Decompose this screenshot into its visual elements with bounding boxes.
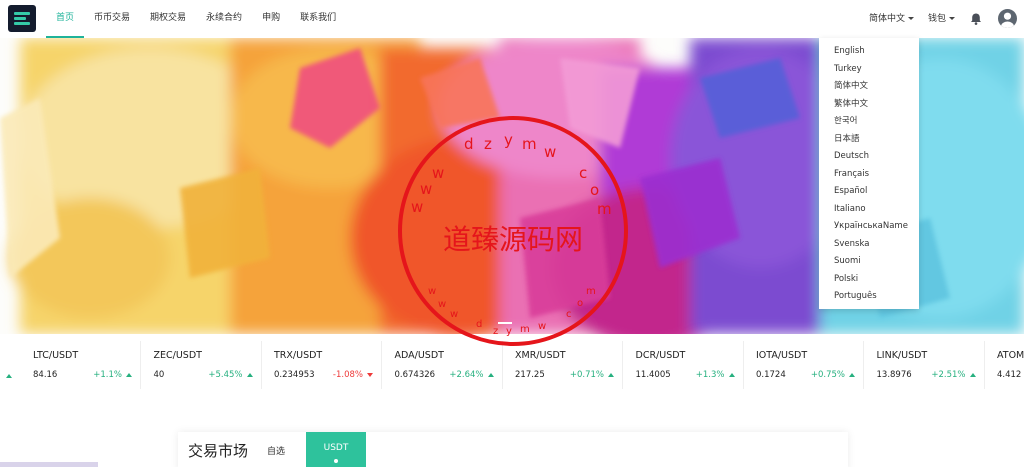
ticker-change-value: +0.71% xyxy=(569,370,604,380)
active-tab-dot xyxy=(334,459,338,463)
ticker-pair: DCR/USDT xyxy=(635,350,686,361)
language-label: 简体中文 xyxy=(869,14,906,24)
ticker-item[interactable]: ZEC/USDT 40 +5.45% xyxy=(142,341,262,389)
language-option-turkey[interactable]: Turkey xyxy=(819,61,919,79)
ticker-change: +2.64% xyxy=(449,370,494,380)
language-option-french[interactable]: Français xyxy=(819,166,919,184)
ticker-pair: TRX/USDT xyxy=(274,350,323,361)
ticker-price: 0.1724 xyxy=(756,370,786,380)
tab-usdt[interactable]: USDT xyxy=(306,432,366,467)
language-option-portuguese[interactable]: Português xyxy=(819,288,919,306)
language-option-german[interactable]: Deutsch xyxy=(819,148,919,166)
ticker-change-value: +2.51% xyxy=(931,370,966,380)
ticker-change-value: +5.45% xyxy=(208,370,243,380)
ticker-price: 40 xyxy=(153,370,165,380)
ticker-pair: ATOM xyxy=(997,350,1024,361)
tab-usdt-label: USDT xyxy=(323,443,349,453)
trend-down-icon xyxy=(367,372,373,377)
language-option-ukrainian[interactable]: УкраїнськаName xyxy=(819,218,919,236)
ticker-price: 217.25 xyxy=(515,370,545,380)
ticker-change: +0.75% xyxy=(811,370,855,380)
ticker-change-value: -1.08% xyxy=(332,370,363,380)
top-header: 首页 币币交易 期权交易 永续合约 申购 联系我们 简体中文 钱包 xyxy=(0,0,1024,38)
ticker-item[interactable]: IOTA/USDT 0.1724 +0.75% xyxy=(744,341,864,389)
ticker-item[interactable]: TRX/USDT 0.234953 -1.08% xyxy=(262,341,382,389)
wallet-label: 钱包 xyxy=(928,14,947,24)
avatar[interactable] xyxy=(998,9,1017,28)
language-option-finnish[interactable]: Suomi xyxy=(819,253,919,271)
nav-perpetual-contract[interactable]: 永续合约 xyxy=(196,0,252,38)
ticker-change-value: +1.1% xyxy=(93,370,122,380)
ticker-change-value: +1.3% xyxy=(695,370,725,380)
ticker-item[interactable]: ADA/USDT 0.674326 +2.64% xyxy=(383,341,503,389)
nav-options-trading[interactable]: 期权交易 xyxy=(140,0,196,38)
trend-up-icon xyxy=(6,374,12,378)
trend-up-icon xyxy=(246,372,253,377)
trend-up-icon xyxy=(487,372,494,377)
ticker-change: +1.3% xyxy=(696,370,735,380)
nav-spot-trading[interactable]: 币币交易 xyxy=(84,0,140,38)
ticker-change: +2.51% xyxy=(931,370,976,380)
trend-up-icon xyxy=(969,372,976,377)
market-title: 交易市场 xyxy=(188,442,249,460)
market-panel: 交易市场 自选 USDT xyxy=(178,432,848,467)
market-ticker: LTC/USDT 84.16 +1.1% ZEC/USDT 40 +5.45% TRX/US… xyxy=(0,341,1024,389)
ticker-price: 0.234953 xyxy=(274,370,315,380)
language-option-korean[interactable]: 한국어 xyxy=(819,113,919,131)
trend-up-icon xyxy=(126,372,132,377)
ticker-change: +0.71% xyxy=(570,370,614,380)
ticker-change: +5.45% xyxy=(208,370,253,380)
ticker-price: 11.4005 xyxy=(635,370,671,380)
carousel-dot-active[interactable] xyxy=(498,322,512,324)
language-option-english[interactable]: English xyxy=(819,43,919,61)
wallet-menu[interactable]: 钱包 xyxy=(928,0,956,38)
language-option-japanese[interactable]: 日本語 xyxy=(819,131,919,149)
ticker-item[interactable]: XMR/USDT 217.25 +0.71% xyxy=(503,341,623,389)
ticker-pair: LINK/USDT xyxy=(876,350,928,361)
ticker-change-value: +0.75% xyxy=(810,370,845,380)
carousel-indicators xyxy=(498,322,512,324)
bell-icon[interactable] xyxy=(969,12,983,26)
trend-up-icon xyxy=(728,372,735,377)
ticker-pair: ZEC/USDT xyxy=(153,350,202,361)
language-option-swedish[interactable]: Svenska xyxy=(819,236,919,254)
ticker-price: 13.8976 xyxy=(876,370,912,380)
ticker-pair: XMR/USDT xyxy=(515,350,566,361)
ticker-price: 0.674326 xyxy=(394,370,436,380)
ticker-pair: ADA/USDT xyxy=(394,350,444,361)
ticker-pair: IOTA/USDT xyxy=(756,350,808,361)
language-option-simplified-chinese[interactable]: 简体中文 xyxy=(819,78,919,96)
tab-favorites[interactable]: 自选 xyxy=(267,444,285,457)
ticker-change: +1.1% xyxy=(93,370,132,380)
language-option-traditional-chinese[interactable]: 繁体中文 xyxy=(819,96,919,114)
language-dropdown: English Turkey 简体中文 繁体中文 한국어 日本語 Deutsch… xyxy=(819,38,919,309)
chevron-down-icon xyxy=(908,17,915,20)
language-option-italian[interactable]: Italiano xyxy=(819,201,919,219)
nav-home[interactable]: 首页 xyxy=(46,0,85,38)
ticker-item[interactable]: LINK/USDT 13.8976 +2.51% xyxy=(865,341,985,389)
trend-up-icon xyxy=(608,372,614,377)
nav-subscription[interactable]: 申购 xyxy=(252,0,290,38)
trend-up-icon xyxy=(849,372,855,377)
ticker-price: 4.412 xyxy=(997,370,1022,380)
status-strip xyxy=(0,462,98,467)
chevron-down-icon xyxy=(949,17,956,20)
logo[interactable] xyxy=(8,5,36,32)
language-option-polish[interactable]: Polski xyxy=(819,271,919,289)
ticker-price: 84.16 xyxy=(33,370,58,380)
main-nav: 首页 币币交易 期权交易 永续合约 申购 联系我们 xyxy=(46,0,346,38)
language-option-spanish[interactable]: Español xyxy=(819,183,919,201)
ticker-change-value: +2.64% xyxy=(449,370,484,380)
page: 首页 币币交易 期权交易 永续合约 申购 联系我们 简体中文 钱包 Englis… xyxy=(0,0,1024,467)
ticker-pair: LTC/USDT xyxy=(33,350,79,361)
ticker-item[interactable]: ATOM 4.412 xyxy=(985,341,1024,389)
nav-contact-us[interactable]: 联系我们 xyxy=(290,0,346,38)
ticker-item[interactable]: LTC/USDT 84.16 +1.1% xyxy=(21,341,141,389)
ticker-change: -1.08% xyxy=(333,370,373,380)
language-selector[interactable]: 简体中文 xyxy=(869,0,915,38)
ticker-item[interactable]: DCR/USDT 11.4005 +1.3% xyxy=(624,341,744,389)
